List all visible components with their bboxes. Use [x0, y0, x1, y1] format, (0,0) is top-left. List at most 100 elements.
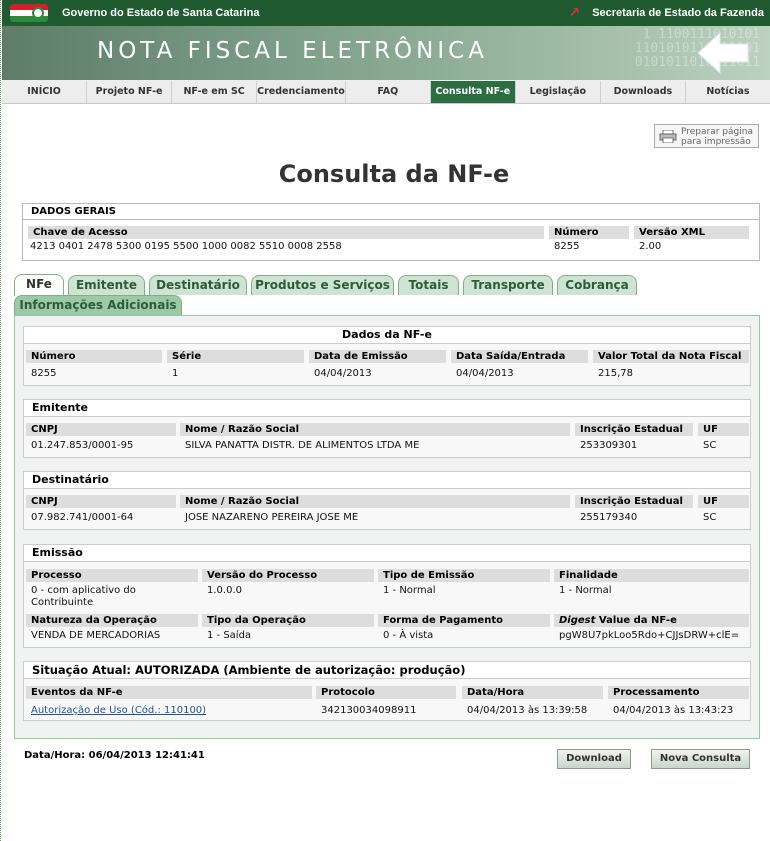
banner-title: NOTA FISCAL ELETRÔNICA — [97, 38, 488, 64]
tipo-operacao-value: 1 - Saída — [207, 630, 252, 641]
forma-pagamento-value: 0 - À vista — [383, 630, 434, 641]
nfe-numero-label: Número — [26, 350, 162, 363]
nav-item-downloads[interactable]: Downloads — [601, 81, 686, 103]
dest-cnpj-label: CNPJ — [26, 495, 176, 508]
tipo-emissao-label: Tipo de Emissão — [378, 569, 550, 582]
emitente-ie-value: 253309301 — [580, 440, 638, 451]
versao-processo-label: Versão do Processo — [202, 569, 374, 582]
tab-totais[interactable]: Totais — [398, 275, 459, 295]
processamento-value: 04/04/2013 às 13:43:23 — [613, 705, 734, 716]
emitente-heading: Emitente — [24, 400, 750, 417]
nfe-serie-label: Série — [167, 350, 304, 363]
dest-cnpj-value: 07.982.741/0001-64 — [31, 512, 134, 523]
nav-item-nfe-sc[interactable]: NF-e em SC — [172, 81, 258, 103]
dest-nome-label: Nome / Razão Social — [180, 495, 570, 508]
finalidade-label: Finalidade — [554, 569, 749, 582]
finalidade-value: 1 - Normal — [559, 585, 612, 596]
print-label-2: para impressão — [681, 137, 751, 147]
dados-nfe-section: Dados da NF-e Número Série Data de Emiss… — [23, 326, 751, 386]
nova-consulta-button[interactable]: Nova Consulta — [651, 749, 750, 769]
emissao-heading: Emissão — [24, 545, 750, 562]
emitente-uf-value: SC — [703, 440, 717, 451]
dados-nfe-heading: Dados da NF-e — [24, 327, 750, 344]
nav-item-noticias[interactable]: Notícias — [686, 81, 770, 103]
footer-datetime: Data/Hora: 06/04/2013 12:41:41 — [24, 750, 205, 761]
nfe-emissao-value: 04/04/2013 — [314, 368, 372, 379]
chave-label: Chave de Acesso — [28, 226, 544, 239]
protocolo-label: Protocolo — [316, 686, 456, 699]
print-label-1: Preparar página — [681, 127, 753, 137]
forma-pagamento-label: Forma de Pagamento — [378, 614, 550, 627]
processo-value: 0 - com aplicativo do Contribuinte — [31, 585, 136, 608]
tab-content: Dados da NF-e Número Série Data de Emiss… — [14, 315, 760, 739]
versao-value: 2.00 — [639, 241, 662, 252]
sc-flag-icon — [10, 4, 48, 22]
processo-label: Processo — [26, 569, 198, 582]
nav-item-legislacao[interactable]: Legislação — [516, 81, 601, 103]
protocolo-value: 342130034098911 — [321, 705, 417, 716]
versao-label: Versão XML — [634, 226, 749, 239]
dest-nome-value: JOSE NAZARENO PEREIRA JOSE ME — [185, 512, 359, 523]
tab-informacoes[interactable]: Informações Adicionais — [14, 295, 182, 315]
dest-uf-value: SC — [703, 512, 717, 523]
emitente-section: Emitente CNPJ Nome / Razão Social Inscri… — [23, 399, 751, 458]
emitente-nome-value: SILVA PANATTA DISTR. DE ALIMENTOS LTDA M… — [185, 440, 420, 451]
nfe-saida-label: Data Saída/Entrada — [451, 350, 588, 363]
secretaria-name: Secretaria de Estado da Fazenda — [592, 7, 764, 19]
tipo-operacao-label: Tipo da Operação — [202, 614, 374, 627]
nfe-valor-label: Valor Total da Nota Fiscal — [593, 350, 749, 363]
processamento-label: Processamento — [608, 686, 749, 699]
emitente-uf-label: UF — [698, 423, 749, 436]
tipo-emissao-value: 1 - Normal — [383, 585, 436, 596]
digest-label: Digest Value da NF-e — [554, 614, 749, 627]
data-hora-label: Data/Hora — [462, 686, 603, 699]
nav-item-inicio[interactable]: INÍCIO — [2, 81, 88, 103]
versao-processo-value: 1.0.0.0 — [207, 585, 242, 596]
nav-item-projeto[interactable]: Projeto NF-e — [87, 81, 173, 103]
nfe-saida-value: 04/04/2013 — [456, 368, 514, 379]
tab-cobranca[interactable]: Cobrança — [557, 275, 637, 295]
chave-value: 4213 0401 2478 5300 0195 5500 1000 0082 … — [30, 241, 342, 252]
tab-destinatario[interactable]: Destinatário — [149, 275, 247, 295]
download-button[interactable]: Download — [557, 749, 631, 769]
dados-gerais-heading: DADOS GERAIS — [23, 204, 759, 220]
eventos-label: Eventos da NF-e — [26, 686, 312, 699]
dest-uf-label: UF — [698, 495, 749, 508]
tab-transporte[interactable]: Transporte — [463, 275, 553, 295]
emitente-cnpj-label: CNPJ — [26, 423, 176, 436]
situacao-section: Situação Atual: AUTORIZADA (Ambiente de … — [23, 661, 751, 721]
main-nav: INÍCIO Projeto NF-e NF-e em SC Credencia… — [2, 80, 770, 104]
left-border — [0, 0, 2, 841]
print-page-button[interactable]: Preparar página para impressão — [654, 124, 759, 148]
destinatario-heading: Destinatário — [24, 472, 750, 489]
nav-item-faq[interactable]: FAQ — [346, 81, 431, 103]
page-title: Consulta da NF-e — [278, 160, 510, 188]
dest-ie-label: Inscrição Estadual — [575, 495, 693, 508]
numero-label: Número — [549, 226, 629, 239]
tab-emitente[interactable]: Emitente — [68, 275, 145, 295]
sef-logo-icon: ↗ — [568, 5, 580, 21]
autorizacao-uso-link[interactable]: Autorização de Uso (Cód.: 110100) — [31, 705, 206, 716]
nav-item-consulta[interactable]: Consulta NF-e — [430, 81, 516, 103]
destinatario-section: Destinatário CNPJ Nome / Razão Social In… — [23, 471, 751, 530]
natureza-value: VENDA DE MERCADORIAS — [31, 630, 161, 641]
printer-icon — [659, 130, 677, 143]
nav-item-credenciamento[interactable]: Credenciamento — [257, 81, 346, 103]
gov-name: Governo do Estado de Santa Catarina — [62, 7, 260, 19]
natureza-label: Natureza da Operação — [26, 614, 198, 627]
dados-gerais-box: DADOS GERAIS Chave de Acesso 4213 0401 2… — [22, 203, 760, 261]
emitente-ie-label: Inscrição Estadual — [575, 423, 693, 436]
nfe-numero-value: 8255 — [31, 368, 57, 379]
emitente-nome-label: Nome / Razão Social — [180, 423, 570, 436]
back-arrow-icon[interactable] — [692, 30, 752, 76]
dest-ie-value: 255179340 — [580, 512, 638, 523]
top-bar: Governo do Estado de Santa Catarina ↗ Se… — [2, 0, 770, 26]
tab-produtos[interactable]: Produtos e Serviços — [251, 275, 394, 295]
situacao-heading: Situação Atual: AUTORIZADA (Ambiente de … — [24, 662, 750, 679]
numero-value: 8255 — [554, 241, 580, 252]
tab-nfe[interactable]: NFe — [14, 274, 64, 296]
nfe-serie-value: 1 — [172, 368, 179, 379]
banner: 1 1100111010101 1101010110111001 0101011… — [2, 26, 770, 80]
emissao-section: Emissão Processo Versão do Processo Tipo… — [23, 544, 751, 648]
nfe-emissao-label: Data de Emissão — [309, 350, 446, 363]
